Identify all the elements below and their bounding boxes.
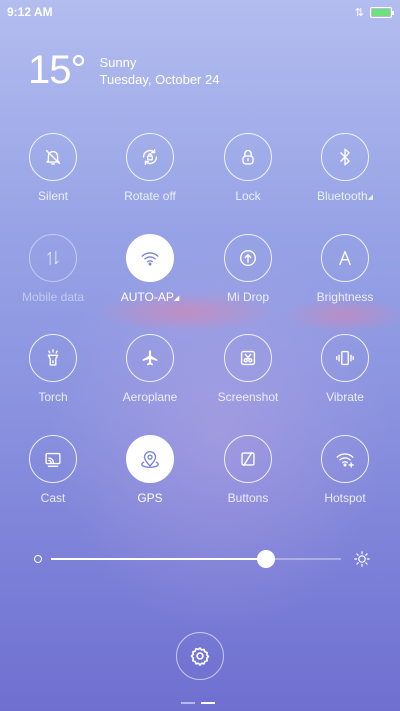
toggle-gps[interactable]: GPS [102,435,198,505]
bell-off-icon [45,149,61,165]
toggle-label: Bluetooth [316,189,368,203]
toggle-label: Aeroplane [122,390,178,404]
mobile-data-icon [47,250,59,266]
toggle-label: Mobile data [21,290,85,304]
toggle-hotspot[interactable]: Hotspot [297,435,393,505]
rotate-lock-icon [142,148,158,166]
toggle-label: Buttons [227,491,269,505]
data-arrows-icon: ⇅ [354,6,364,19]
battery-full-icon [370,6,394,18]
toggle-label: Screenshot [217,390,279,404]
settings-button[interactable] [176,632,224,680]
temperature: 15° [28,48,86,92]
buttons-icon [241,451,255,467]
brightness-slider[interactable] [34,548,370,570]
airplane-icon [142,350,158,366]
expand-corner-icon[interactable]: ◢ [174,294,179,302]
toggle-button[interactable] [29,234,77,282]
cast-icon [45,452,61,468]
toggle-buttons[interactable]: Buttons [200,435,296,505]
lock-icon [242,149,254,165]
toggle-bluetooth[interactable]: Bluetooth◢ [297,133,393,203]
screenshot-icon [240,350,256,366]
toggle-label: Mi Drop [226,290,269,304]
toggle-button[interactable] [321,133,369,181]
bluetooth-icon [340,148,350,166]
toggle-lock[interactable]: Lock [200,133,296,203]
toggle-button[interactable] [126,234,174,282]
toggle-button[interactable] [126,435,174,483]
toggle-mobile-data[interactable]: Mobile data [5,234,101,304]
toggle-label: Torch [38,390,68,404]
mi-drop-icon [239,249,257,267]
toggle-label: Rotate off [124,189,176,203]
expand-corner-icon[interactable]: ◢ [368,193,373,201]
toggle-rotate-off[interactable]: Rotate off [102,133,198,203]
toggle-torch[interactable]: Torch [5,334,101,404]
toggle-label: Brightness [316,290,374,304]
toggle-label: Vibrate [326,390,364,404]
slider-fill [51,558,266,560]
toggle-mi-drop[interactable]: Mi Drop [200,234,296,304]
toggle-button[interactable] [321,234,369,282]
toggle-label: GPS [137,491,163,505]
slider-thumb[interactable] [257,550,275,568]
brightness-low-icon [34,555,42,563]
toggle-label: Cast [40,491,66,505]
toggle-label: Silent [37,189,69,203]
toggle-label: AUTO-AP [120,290,174,304]
toggle-label: Lock [235,189,261,203]
toggle-button[interactable] [126,334,174,382]
toggle-aeroplane[interactable]: Aeroplane [102,334,198,404]
toggle-button[interactable] [321,435,369,483]
status-bar: 9:12 AM ⇅ [0,0,400,24]
toggle-button[interactable] [126,133,174,181]
status-icons: ⇅ [354,6,394,19]
toggle-button[interactable] [224,334,272,382]
toggle-button[interactable] [29,334,77,382]
toggle-button[interactable] [321,334,369,382]
page-dot [181,702,195,704]
hotspot-icon [336,453,354,468]
toggle-cast[interactable]: Cast [5,435,101,505]
page-dot [201,702,215,704]
status-time: 9:12 AM [7,5,53,19]
toggle-button[interactable] [224,133,272,181]
toggle-button[interactable] [224,234,272,282]
toggle-silent[interactable]: Silent [5,133,101,203]
date-text: Tuesday, October 24 [99,72,220,87]
gear-icon [190,647,210,666]
toggle-screenshot[interactable]: Screenshot [200,334,296,404]
page-indicator [181,702,215,704]
weather-widget[interactable]: 15° Sunny Tuesday, October 24 [28,50,219,90]
wifi-icon [141,252,159,266]
weather-condition: Sunny [99,55,137,70]
toggle-vibrate[interactable]: Vibrate [297,334,393,404]
toggle-button[interactable] [224,435,272,483]
toggle-label: Hotspot [324,491,366,505]
gps-icon [141,450,159,468]
toggle-button[interactable] [29,435,77,483]
toggle-button[interactable] [29,133,77,181]
torch-icon [47,349,59,366]
vibrate-icon [336,350,354,366]
auto-brightness-icon [339,250,351,266]
brightness-high-icon [354,551,370,567]
toggle-auto-ap[interactable]: AUTO-AP◢ [102,234,198,304]
toggle-brightness[interactable]: Brightness [297,234,393,304]
slider-track[interactable] [51,550,341,568]
